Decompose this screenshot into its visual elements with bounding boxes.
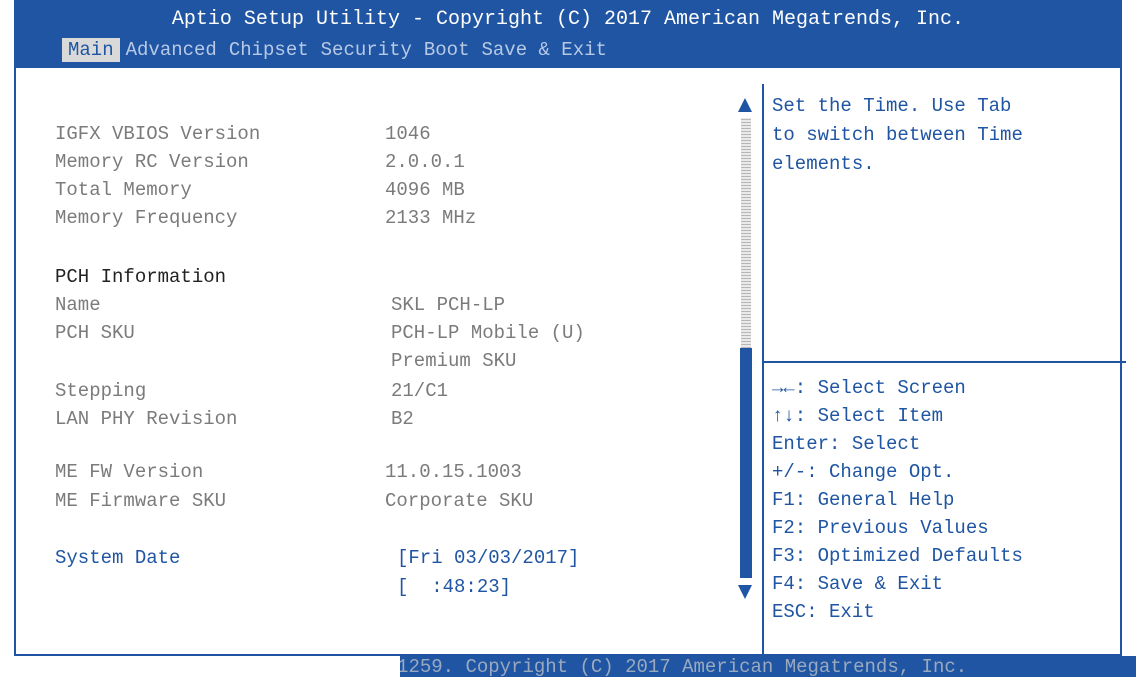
pch-name-label: Name [55, 294, 101, 316]
key-select-screen: →←: Select Screen [772, 377, 966, 399]
key-save-exit: F4: Save & Exit [772, 573, 944, 595]
lan-phy-label: LAN PHY Revision [55, 408, 238, 430]
key-change-opt: +/-: Change Opt. [772, 461, 955, 483]
vertical-divider [762, 84, 764, 656]
key-general-help: F1: General Help [772, 489, 955, 511]
me-sku-row: ME Firmware SKU Corporate SKU [55, 488, 533, 514]
key-select-item: ↑↓: Select Item [772, 405, 944, 427]
system-time-label: System Time [55, 576, 181, 598]
me-fw-value: 11.0.15.1003 [385, 461, 522, 483]
pch-name-row: Name SKL PCH-LP [55, 292, 505, 318]
total-memory-row: Total Memory 4096 MB [55, 177, 465, 203]
memory-rc-label: Memory RC Version [55, 151, 249, 173]
tab-bar: Main Advanced Chipset Security Boot Save… [62, 38, 613, 62]
scrollbar-thumb[interactable] [740, 348, 752, 578]
total-memory-value: 4096 MB [385, 179, 465, 201]
system-time-row[interactable]: System Time [18:48:23] [55, 574, 511, 600]
total-memory-label: Total Memory [55, 179, 192, 201]
key-previous-values: F2: Previous Values [772, 517, 989, 539]
footer-bar: Version 2.18.1259. Copyright (C) 2017 Am… [400, 656, 1136, 677]
help-line-2: to switch between Time [772, 124, 1023, 146]
me-sku-value: Corporate SKU [385, 490, 534, 512]
memory-frequency-value: 2133 MHz [385, 207, 477, 229]
time-open-bracket: [ [397, 576, 409, 598]
tab-main[interactable]: Main [62, 38, 120, 62]
scroll-down-arrow-icon[interactable] [738, 585, 752, 599]
pch-sku-value: PCH-LP Mobile (U) [391, 322, 585, 344]
stepping-row: Stepping 21/C1 [55, 378, 448, 404]
help-divider [764, 361, 1126, 363]
key-esc-exit: ESC: Exit [772, 601, 875, 623]
pch-sku-value-2: Premium SKU [391, 350, 517, 372]
memory-frequency-row: Memory Frequency 2133 MHz [55, 205, 476, 231]
igfx-vbios-value: 1046 [385, 123, 431, 145]
footer-version-text: Version 2.18.1259. Copyright (C) 2017 Am… [400, 656, 968, 677]
system-date-label: System Date [55, 547, 181, 569]
tab-boot[interactable]: Boot [418, 38, 476, 62]
memory-frequency-label: Memory Frequency [55, 207, 238, 229]
time-hour-field[interactable]: 18 [408, 576, 431, 598]
me-fw-row: ME FW Version 11.0.15.1003 [55, 459, 522, 485]
system-time-value[interactable]: [18:48:23] [397, 574, 511, 600]
help-line-3: elements. [772, 153, 875, 175]
lan-phy-value: B2 [391, 408, 414, 430]
stepping-label: Stepping [55, 380, 147, 402]
tab-chipset[interactable]: Chipset [223, 38, 315, 62]
igfx-vbios-row: IGFX VBIOS Version 1046 [55, 121, 431, 147]
help-line-1: Set the Time. Use Tab [772, 95, 1012, 117]
key-enter: Enter: Select [772, 433, 921, 455]
lan-phy-row: LAN PHY Revision B2 [55, 406, 414, 432]
me-fw-label: ME FW Version [55, 461, 204, 483]
time-rest: :48:23] [431, 576, 512, 598]
igfx-vbios-label: IGFX VBIOS Version [55, 123, 261, 145]
pch-section-title: PCH Information [55, 266, 227, 288]
tab-advanced[interactable]: Advanced [120, 38, 223, 62]
memory-rc-row: Memory RC Version 2.0.0.1 [55, 149, 465, 175]
title-bar: Aptio Setup Utility - Copyright (C) 2017… [14, 0, 1122, 66]
app-title: Aptio Setup Utility - Copyright (C) 2017… [171, 8, 965, 31]
memory-rc-value: 2.0.0.1 [385, 151, 465, 173]
pch-sku-label: PCH SKU [55, 322, 135, 344]
me-sku-label: ME Firmware SKU [55, 490, 227, 512]
pch-name-value: SKL PCH-LP [391, 294, 506, 316]
tab-save-exit[interactable]: Save & Exit [475, 38, 612, 62]
stepping-value: 21/C1 [391, 380, 449, 402]
scroll-up-arrow-icon[interactable] [738, 98, 752, 112]
pch-sku-row-2: Premium SKU [55, 348, 516, 374]
key-optimized-defaults: F3: Optimized Defaults [772, 545, 1023, 567]
pch-information-heading: PCH Information [55, 264, 226, 290]
tab-security[interactable]: Security [315, 38, 418, 62]
scrollbar-track[interactable] [741, 118, 751, 348]
pch-sku-row: PCH SKU PCH-LP Mobile (U) [55, 320, 585, 346]
system-date-value[interactable]: [Fri 03/03/2017] [397, 545, 579, 571]
system-date-row[interactable]: System Date [Fri 03/03/2017] [55, 545, 579, 571]
